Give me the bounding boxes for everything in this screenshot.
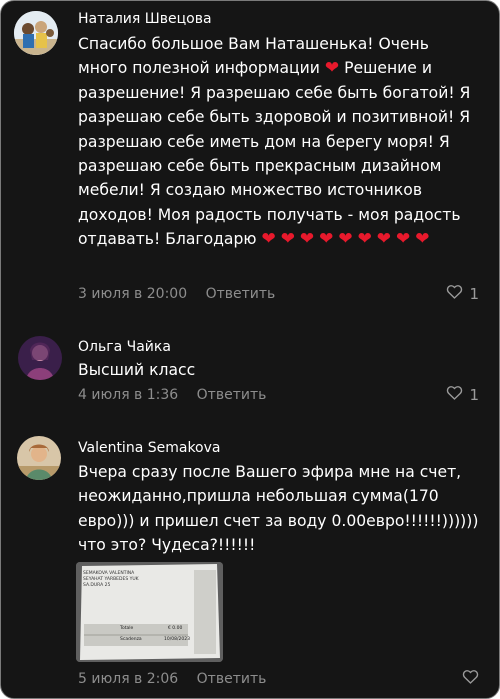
comment-meta: 3 июля в 20:00 Ответить [78, 284, 275, 304]
heart-outline-icon [446, 284, 463, 304]
heart-emoji: ❤ [319, 229, 334, 250]
comment-text: Спасибо большое Вам Наташенька! Очень мн… [78, 32, 483, 252]
avatar[interactable] [14, 11, 58, 55]
comment-meta: 4 июля в 1:36 Ответить [78, 385, 266, 405]
like-count: 1 [469, 386, 479, 404]
heart-emoji: ❤ [376, 229, 392, 250]
attachment-image[interactable]: SEMAKOVA VALENTINA SEYAHAT YARBEDES YUK … [76, 562, 223, 662]
comment-meta: 5 июля в 2:06 Ответить [78, 669, 266, 689]
comment-author[interactable]: Valentina Semakova [78, 438, 220, 458]
like-button[interactable]: 1 [446, 385, 479, 405]
like-button[interactable] [462, 669, 479, 689]
comment-text: Вчера сразу после Вашего эфира мне на сч… [78, 463, 479, 555]
reply-button[interactable]: Ответить [206, 286, 276, 302]
avatar[interactable] [18, 336, 62, 380]
heart-emoji: ❤ [261, 229, 276, 250]
heart-emoji: ❤ [415, 229, 430, 250]
like-button[interactable]: 1 [446, 284, 479, 304]
attachment-totale-label: Totale [120, 626, 134, 631]
heart-emoji: ❤ [280, 229, 295, 250]
avatar[interactable] [17, 436, 61, 480]
comment-author[interactable]: Наталия Швецова [78, 9, 212, 29]
attachment-scadenza-value: 10/08/2023 [164, 637, 190, 642]
heart-outline-icon [462, 669, 479, 689]
comment-time: 4 июля в 1:36 [78, 387, 179, 403]
reply-button[interactable]: Ответить [197, 671, 267, 687]
comment-author[interactable]: Ольга Чайка [78, 337, 171, 357]
heart-outline-icon [446, 385, 463, 405]
attachment-scadenza-label: Scadenza [120, 637, 142, 642]
attachment-line: SA.DURA 25 [83, 583, 111, 588]
attachment-totale-value: € 0.00 [168, 626, 183, 631]
comment-text: Высший класс [78, 361, 196, 379]
heart-emoji: ❤ [357, 229, 372, 250]
comment-time: 3 июля в 20:00 [78, 286, 188, 302]
reply-button[interactable]: Ответить [197, 387, 267, 403]
heart-emoji: ❤ [324, 58, 340, 79]
heart-emoji: ❤ [396, 229, 411, 250]
comment-time: 5 июля в 2:06 [78, 671, 179, 687]
like-count: 1 [469, 285, 479, 303]
comments-panel: Наталия Швецова Спасибо большое Вам Ната… [0, 0, 500, 699]
comment-text-part: Решение и разрешение! Я разрешаю себе бы… [78, 59, 471, 249]
heart-emoji: ❤ [299, 229, 315, 250]
heart-emoji: ❤ [338, 229, 353, 250]
